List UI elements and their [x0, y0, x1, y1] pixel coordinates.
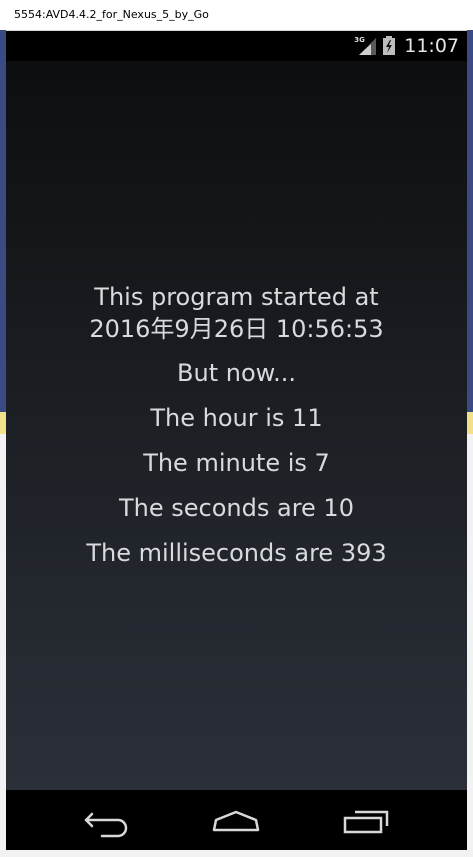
- emulator-title-bar[interactable]: 5554:AVD4.4.2_for_Nexus_5_by_Go: [0, 0, 473, 31]
- desktop-background-right: [467, 30, 473, 412]
- home-button[interactable]: [208, 804, 264, 838]
- seconds-text: The seconds are 10: [119, 494, 354, 522]
- navigation-bar: [6, 790, 467, 850]
- desktop-background-right-lower: [467, 434, 473, 857]
- desktop-background-bottom: [0, 850, 473, 857]
- window-title: 5554:AVD4.4.2_for_Nexus_5_by_Go: [14, 8, 209, 21]
- hour-text: The hour is 11: [150, 404, 323, 432]
- home-icon: [212, 810, 260, 832]
- milliseconds-text: The milliseconds are 393: [86, 539, 387, 567]
- started-timestamp: 2016年9月26日 10:56:53: [89, 315, 384, 343]
- signal-icon: 3G: [354, 36, 378, 56]
- app-content: This program started at 2016年9月26日 10:56…: [6, 281, 467, 567]
- back-icon: [84, 812, 128, 838]
- status-bar: 3G 11:07: [6, 31, 467, 61]
- phone-screen: 3G 11:07 This program started at 2016年9月…: [6, 31, 467, 790]
- status-icons: 3G 11:07: [354, 35, 459, 57]
- status-clock: 11:07: [404, 35, 459, 57]
- minute-text: The minute is 7: [143, 449, 330, 477]
- started-label: This program started at: [94, 283, 379, 311]
- recent-apps-button[interactable]: [337, 804, 393, 838]
- start-time-block: This program started at 2016年9月26日 10:56…: [6, 281, 467, 345]
- battery-icon: [383, 36, 396, 55]
- desktop-background-right-highlight: [467, 412, 473, 434]
- but-now-label: But now...: [177, 359, 296, 387]
- network-type: 3G: [354, 36, 365, 44]
- recent-apps-icon: [343, 810, 389, 834]
- back-button[interactable]: [80, 804, 136, 838]
